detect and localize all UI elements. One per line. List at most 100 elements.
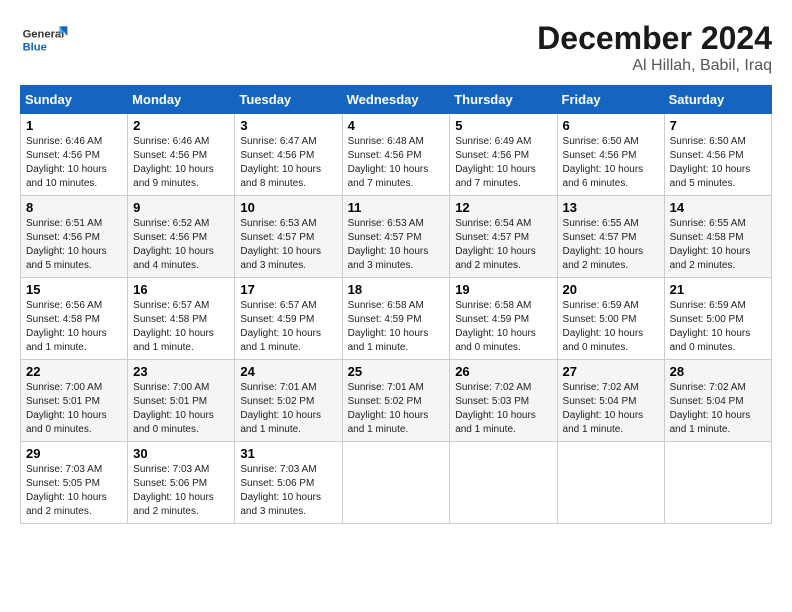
col-tuesday: Tuesday (235, 86, 342, 114)
day-info: Sunrise: 6:55 AMSunset: 4:58 PMDaylight:… (670, 218, 751, 271)
day-info: Sunrise: 7:01 AMSunset: 5:02 PMDaylight:… (240, 382, 321, 435)
day-info: Sunrise: 7:00 AMSunset: 5:01 PMDaylight:… (133, 382, 214, 435)
col-wednesday: Wednesday (342, 86, 450, 114)
calendar-cell: 17 Sunrise: 6:57 AMSunset: 4:59 PMDaylig… (235, 278, 342, 360)
day-number: 23 (133, 364, 229, 379)
day-number: 30 (133, 446, 229, 461)
calendar-cell (450, 442, 557, 524)
day-number: 11 (348, 200, 445, 215)
day-number: 24 (240, 364, 336, 379)
calendar-table: Sunday Monday Tuesday Wednesday Thursday… (20, 85, 772, 524)
calendar-cell: 20 Sunrise: 6:59 AMSunset: 5:00 PMDaylig… (557, 278, 664, 360)
calendar-cell (664, 442, 771, 524)
day-info: Sunrise: 6:53 AMSunset: 4:57 PMDaylight:… (348, 218, 429, 271)
calendar-cell: 24 Sunrise: 7:01 AMSunset: 5:02 PMDaylig… (235, 360, 342, 442)
day-info: Sunrise: 6:50 AMSunset: 4:56 PMDaylight:… (563, 136, 644, 189)
day-number: 7 (670, 118, 766, 133)
month-title: December 2024 (537, 20, 772, 57)
day-info: Sunrise: 6:59 AMSunset: 5:00 PMDaylight:… (563, 300, 644, 353)
day-number: 6 (563, 118, 659, 133)
week-row-5: 29 Sunrise: 7:03 AMSunset: 5:05 PMDaylig… (21, 442, 772, 524)
calendar-cell: 6 Sunrise: 6:50 AMSunset: 4:56 PMDayligh… (557, 114, 664, 196)
day-number: 1 (26, 118, 122, 133)
calendar-cell: 19 Sunrise: 6:58 AMSunset: 4:59 PMDaylig… (450, 278, 557, 360)
day-number: 27 (563, 364, 659, 379)
calendar-cell: 12 Sunrise: 6:54 AMSunset: 4:57 PMDaylig… (450, 196, 557, 278)
calendar-cell: 29 Sunrise: 7:03 AMSunset: 5:05 PMDaylig… (21, 442, 128, 524)
day-info: Sunrise: 6:46 AMSunset: 4:56 PMDaylight:… (133, 136, 214, 189)
calendar-cell (557, 442, 664, 524)
day-info: Sunrise: 7:02 AMSunset: 5:04 PMDaylight:… (563, 382, 644, 435)
day-number: 26 (455, 364, 551, 379)
calendar-cell: 2 Sunrise: 6:46 AMSunset: 4:56 PMDayligh… (128, 114, 235, 196)
day-number: 25 (348, 364, 445, 379)
logo: General Blue (20, 20, 74, 60)
day-info: Sunrise: 7:03 AMSunset: 5:06 PMDaylight:… (240, 464, 321, 517)
day-number: 31 (240, 446, 336, 461)
day-number: 14 (670, 200, 766, 215)
day-number: 28 (670, 364, 766, 379)
day-number: 22 (26, 364, 122, 379)
calendar-cell: 22 Sunrise: 7:00 AMSunset: 5:01 PMDaylig… (21, 360, 128, 442)
day-number: 12 (455, 200, 551, 215)
day-info: Sunrise: 6:58 AMSunset: 4:59 PMDaylight:… (348, 300, 429, 353)
day-info: Sunrise: 7:03 AMSunset: 5:06 PMDaylight:… (133, 464, 214, 517)
day-info: Sunrise: 6:55 AMSunset: 4:57 PMDaylight:… (563, 218, 644, 271)
week-row-1: 1 Sunrise: 6:46 AMSunset: 4:56 PMDayligh… (21, 114, 772, 196)
day-info: Sunrise: 6:58 AMSunset: 4:59 PMDaylight:… (455, 300, 536, 353)
calendar-cell: 26 Sunrise: 7:02 AMSunset: 5:03 PMDaylig… (450, 360, 557, 442)
calendar-cell: 4 Sunrise: 6:48 AMSunset: 4:56 PMDayligh… (342, 114, 450, 196)
calendar-cell: 3 Sunrise: 6:47 AMSunset: 4:56 PMDayligh… (235, 114, 342, 196)
day-number: 19 (455, 282, 551, 297)
col-friday: Friday (557, 86, 664, 114)
calendar-cell: 15 Sunrise: 6:56 AMSunset: 4:58 PMDaylig… (21, 278, 128, 360)
day-number: 20 (563, 282, 659, 297)
calendar-cell: 28 Sunrise: 7:02 AMSunset: 5:04 PMDaylig… (664, 360, 771, 442)
day-info: Sunrise: 6:48 AMSunset: 4:56 PMDaylight:… (348, 136, 429, 189)
calendar-cell: 23 Sunrise: 7:00 AMSunset: 5:01 PMDaylig… (128, 360, 235, 442)
calendar-cell: 8 Sunrise: 6:51 AMSunset: 4:56 PMDayligh… (21, 196, 128, 278)
day-info: Sunrise: 6:57 AMSunset: 4:59 PMDaylight:… (240, 300, 321, 353)
day-info: Sunrise: 7:02 AMSunset: 5:03 PMDaylight:… (455, 382, 536, 435)
day-info: Sunrise: 6:51 AMSunset: 4:56 PMDaylight:… (26, 218, 107, 271)
day-number: 21 (670, 282, 766, 297)
calendar-cell: 31 Sunrise: 7:03 AMSunset: 5:06 PMDaylig… (235, 442, 342, 524)
day-number: 5 (455, 118, 551, 133)
day-info: Sunrise: 6:57 AMSunset: 4:58 PMDaylight:… (133, 300, 214, 353)
day-info: Sunrise: 7:03 AMSunset: 5:05 PMDaylight:… (26, 464, 107, 517)
location: Al Hillah, Babil, Iraq (537, 57, 772, 75)
day-number: 18 (348, 282, 445, 297)
day-info: Sunrise: 6:53 AMSunset: 4:57 PMDaylight:… (240, 218, 321, 271)
day-number: 17 (240, 282, 336, 297)
day-number: 16 (133, 282, 229, 297)
week-row-2: 8 Sunrise: 6:51 AMSunset: 4:56 PMDayligh… (21, 196, 772, 278)
day-info: Sunrise: 7:00 AMSunset: 5:01 PMDaylight:… (26, 382, 107, 435)
calendar-cell: 18 Sunrise: 6:58 AMSunset: 4:59 PMDaylig… (342, 278, 450, 360)
calendar-cell: 16 Sunrise: 6:57 AMSunset: 4:58 PMDaylig… (128, 278, 235, 360)
calendar-cell: 11 Sunrise: 6:53 AMSunset: 4:57 PMDaylig… (342, 196, 450, 278)
calendar-cell: 21 Sunrise: 6:59 AMSunset: 5:00 PMDaylig… (664, 278, 771, 360)
day-number: 8 (26, 200, 122, 215)
day-number: 13 (563, 200, 659, 215)
day-info: Sunrise: 6:59 AMSunset: 5:00 PMDaylight:… (670, 300, 751, 353)
calendar-cell: 14 Sunrise: 6:55 AMSunset: 4:58 PMDaylig… (664, 196, 771, 278)
header-row: Sunday Monday Tuesday Wednesday Thursday… (21, 86, 772, 114)
calendar-cell: 10 Sunrise: 6:53 AMSunset: 4:57 PMDaylig… (235, 196, 342, 278)
calendar-cell: 9 Sunrise: 6:52 AMSunset: 4:56 PMDayligh… (128, 196, 235, 278)
calendar-cell (342, 442, 450, 524)
day-info: Sunrise: 6:54 AMSunset: 4:57 PMDaylight:… (455, 218, 536, 271)
title-section: December 2024 Al Hillah, Babil, Iraq (537, 20, 772, 75)
week-row-3: 15 Sunrise: 6:56 AMSunset: 4:58 PMDaylig… (21, 278, 772, 360)
day-number: 9 (133, 200, 229, 215)
calendar-cell: 25 Sunrise: 7:01 AMSunset: 5:02 PMDaylig… (342, 360, 450, 442)
day-info: Sunrise: 6:49 AMSunset: 4:56 PMDaylight:… (455, 136, 536, 189)
col-thursday: Thursday (450, 86, 557, 114)
col-monday: Monday (128, 86, 235, 114)
day-info: Sunrise: 6:56 AMSunset: 4:58 PMDaylight:… (26, 300, 107, 353)
week-row-4: 22 Sunrise: 7:00 AMSunset: 5:01 PMDaylig… (21, 360, 772, 442)
calendar-cell: 5 Sunrise: 6:49 AMSunset: 4:56 PMDayligh… (450, 114, 557, 196)
day-info: Sunrise: 6:46 AMSunset: 4:56 PMDaylight:… (26, 136, 107, 189)
calendar-cell: 13 Sunrise: 6:55 AMSunset: 4:57 PMDaylig… (557, 196, 664, 278)
day-number: 3 (240, 118, 336, 133)
day-info: Sunrise: 6:52 AMSunset: 4:56 PMDaylight:… (133, 218, 214, 271)
